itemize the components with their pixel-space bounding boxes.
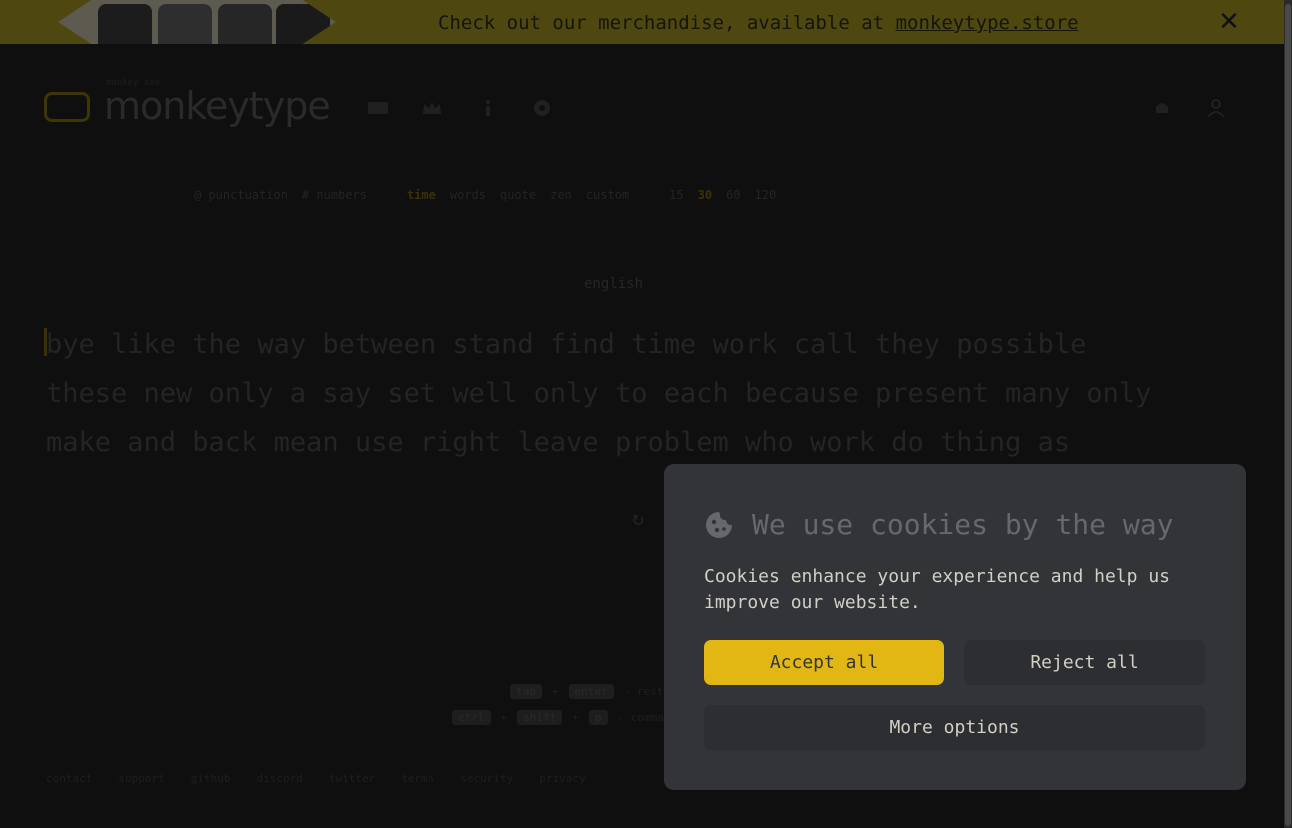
config-time-120[interactable]: 120 <box>755 188 777 202</box>
more-options-button[interactable]: More options <box>704 705 1205 750</box>
words-line: bye like the way between stand find time… <box>46 329 1087 360</box>
merch-image[interactable] <box>58 0 336 44</box>
config-mode-time[interactable]: time <box>407 188 436 202</box>
hint-plus: + <box>551 685 559 698</box>
kbd-key: p <box>588 710 608 725</box>
config-mode-custom[interactable]: custom <box>586 188 629 202</box>
notification-bell-icon[interactable] <box>1150 98 1174 118</box>
cookie-icon <box>706 511 732 538</box>
footer-link-github[interactable]: github <box>191 772 231 785</box>
hint-plus: + <box>572 711 579 724</box>
cookie-description: Cookies enhance your experience and help… <box>704 566 1170 613</box>
footer-link-twitter[interactable]: twitter <box>329 772 375 785</box>
merch-banner: Check out our merchandise, available at … <box>0 0 1284 44</box>
accept-all-button[interactable]: Accept all <box>704 640 944 685</box>
settings-gear-icon[interactable] <box>530 98 554 118</box>
kbd-key: shift <box>517 710 563 725</box>
kbd-key: enter <box>568 684 614 699</box>
restart-icon[interactable]: ↻ <box>632 506 644 530</box>
config-numbers[interactable]: # numbers <box>302 188 367 202</box>
cookie-consent-modal: We use cookies by the way Cookies enhanc… <box>664 464 1246 790</box>
logo-keyboard-icon[interactable] <box>44 92 90 122</box>
info-icon[interactable] <box>476 98 500 118</box>
keyboard-icon[interactable] <box>366 98 390 118</box>
words-line: make and back mean use right leave probl… <box>46 427 1071 458</box>
language-selector[interactable]: english <box>584 276 643 292</box>
hint-plus: + <box>500 711 508 724</box>
config-mode-zen[interactable]: zen <box>550 188 572 202</box>
config-time-30[interactable]: 30 <box>698 188 712 202</box>
footer-link-support[interactable]: support <box>118 772 164 785</box>
words-line: these new only a say set well only to ea… <box>46 378 1152 409</box>
kbd-key: tab <box>510 684 542 699</box>
scrollbar-thumb[interactable] <box>1285 4 1291 826</box>
reject-all-button[interactable]: Reject all <box>964 640 1205 685</box>
footer-link-contact[interactable]: contact <box>46 772 92 785</box>
config-mode-quote[interactable]: quote <box>500 188 536 202</box>
footer-link-privacy[interactable]: privacy <box>539 772 585 785</box>
cookie-title-text: We use cookies by the way <box>752 508 1174 541</box>
user-account-icon[interactable] <box>1204 98 1228 118</box>
cookie-title: We use cookies by the way <box>704 508 1173 541</box>
footer-links: contact support github discord twitter t… <box>46 772 586 785</box>
words-area[interactable]: bye like the way between stand find time… <box>46 320 1246 467</box>
kbd-key: ctrl <box>452 710 491 725</box>
logo-text[interactable]: monkeytype <box>104 84 331 128</box>
crown-icon[interactable] <box>420 98 444 118</box>
banner-message: Check out our merchandise, available at … <box>438 12 1079 34</box>
test-config-bar: @ punctuation # numbers time words quote… <box>194 185 790 205</box>
config-mode-words[interactable]: words <box>450 188 486 202</box>
config-time-15[interactable]: 15 <box>669 188 683 202</box>
banner-text: Check out our merchandise, available at <box>438 12 896 34</box>
config-punctuation[interactable]: @ punctuation <box>194 188 288 202</box>
footer-link-terms[interactable]: terms <box>401 772 434 785</box>
config-time-60[interactable]: 60 <box>726 188 740 202</box>
footer-link-discord[interactable]: discord <box>256 772 302 785</box>
store-link[interactable]: monkeytype.store <box>896 12 1079 34</box>
close-icon[interactable]: ✕ <box>1216 8 1242 36</box>
footer-link-security[interactable]: security <box>460 772 513 785</box>
